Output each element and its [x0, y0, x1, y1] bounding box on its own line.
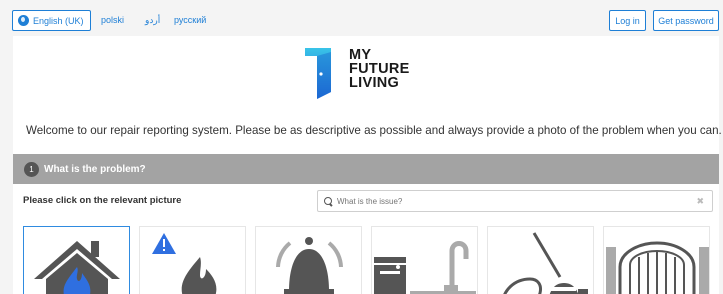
search-icon	[324, 196, 333, 206]
logo-line-2: FUTURE	[349, 61, 410, 77]
welcome-text: Welcome to our repair reporting system. …	[26, 124, 722, 137]
get-password-button[interactable]: Get password	[653, 10, 719, 31]
category-tile-gas[interactable]	[139, 226, 246, 294]
logo-line-1: MY	[349, 47, 372, 63]
main-content: MY FUTURE LIVING Welcome to our repair r…	[13, 36, 722, 294]
alarm-bell-icon	[276, 237, 343, 294]
issue-search-input[interactable]	[337, 196, 697, 206]
logo-line-3: LIVING	[349, 75, 400, 91]
login-button[interactable]: Log in	[609, 10, 646, 31]
category-tile-fire[interactable]	[23, 226, 130, 294]
logo-text: MY FUTURE LIVING	[349, 47, 410, 91]
kitchen-sink-icon	[374, 241, 476, 294]
category-tile-gate[interactable]	[603, 226, 710, 294]
clear-icon[interactable]: ✖	[696, 196, 704, 207]
globe-icon	[18, 15, 29, 26]
language-selector-button[interactable]: English (UK)	[12, 10, 91, 31]
step-number-badge: 1	[24, 161, 39, 177]
category-tile-alarm[interactable]	[255, 226, 362, 294]
language-link-polski[interactable]: polski	[101, 15, 124, 25]
language-selected-label: English (UK)	[33, 15, 84, 26]
step-header: 1 What is the problem?	[13, 154, 719, 184]
category-tile-plumbing[interactable]	[371, 226, 478, 294]
gate-icon	[606, 241, 709, 294]
issue-search-field[interactable]: ✖	[317, 190, 713, 212]
door-logo-icon	[305, 48, 331, 99]
gas-warning-icon	[152, 233, 217, 294]
top-bar: English (UK) polski أردو русский Log in …	[0, 0, 723, 40]
logo: MY FUTURE LIVING	[303, 42, 433, 102]
language-link-urdu[interactable]: أردو	[145, 15, 160, 26]
cleaning-icon	[503, 232, 588, 294]
language-link-russian[interactable]: русский	[174, 15, 206, 25]
instruction-text: Please click on the relevant picture	[23, 195, 182, 206]
house-fire-icon	[34, 241, 120, 294]
step-title: What is the problem?	[44, 163, 146, 175]
category-tile-cleaning[interactable]	[487, 226, 594, 294]
